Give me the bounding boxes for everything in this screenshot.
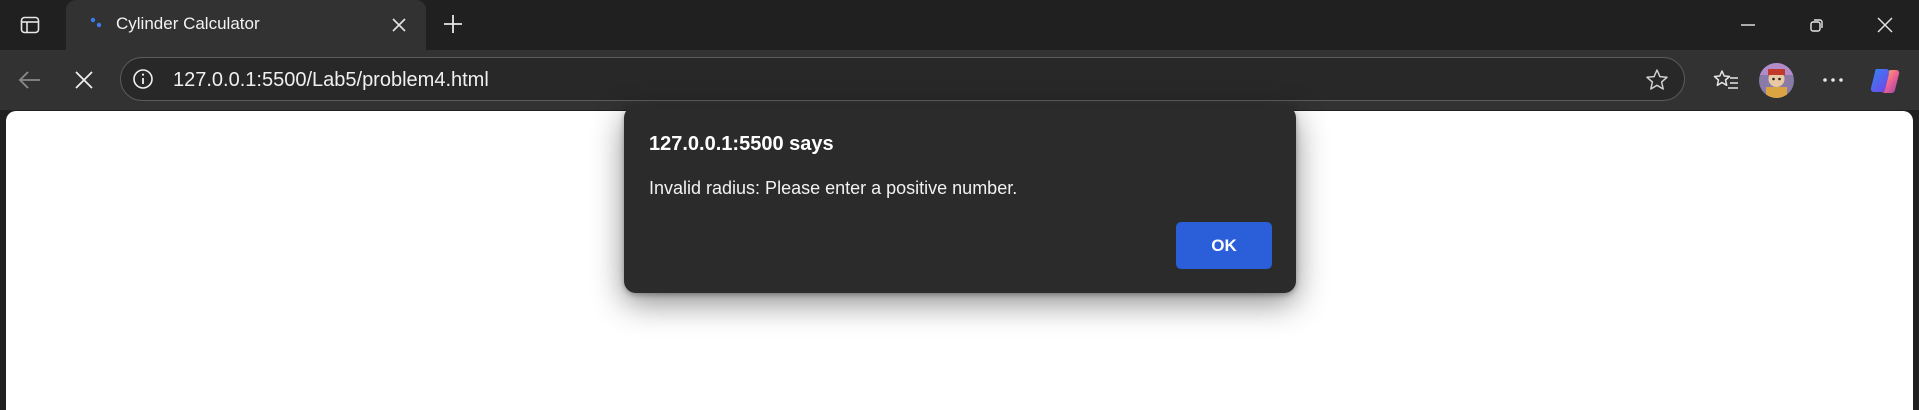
tab-active[interactable]: Cylinder Calculator xyxy=(66,0,426,50)
plus-icon xyxy=(444,15,462,33)
more-icon xyxy=(1823,78,1843,82)
settings-more-button[interactable] xyxy=(1815,62,1851,98)
copilot-button[interactable] xyxy=(1868,63,1904,99)
stop-loading-button[interactable] xyxy=(64,62,104,98)
tab-strip: Cylinder Calculator xyxy=(0,0,1919,50)
avatar-icon xyxy=(1759,63,1794,98)
sidebar-icon xyxy=(20,16,40,34)
site-info-button[interactable] xyxy=(131,67,155,91)
address-bar[interactable]: 127.0.0.1:5500/Lab5/problem4.html xyxy=(120,57,1685,101)
ok-button[interactable]: OK xyxy=(1176,222,1272,269)
dialog-message: Invalid radius: Please enter a positive … xyxy=(649,178,1018,198)
url-text[interactable]: 127.0.0.1:5500/Lab5/problem4.html xyxy=(173,69,489,92)
tab-close-button[interactable] xyxy=(384,10,414,40)
favorites-icon xyxy=(1713,70,1738,89)
stop-icon xyxy=(75,71,93,89)
minimize-icon xyxy=(1741,24,1755,26)
window-close-button[interactable] xyxy=(1855,0,1915,50)
add-favorite-button[interactable] xyxy=(1643,66,1671,94)
close-icon xyxy=(1877,17,1893,33)
alert-dialog: 127.0.0.1:5500 says Invalid radius: Plea… xyxy=(624,106,1296,293)
new-tab-button[interactable] xyxy=(437,8,469,40)
back-arrow-icon xyxy=(18,71,40,89)
loading-dots-icon xyxy=(90,17,102,28)
sidebar-toggle-button[interactable] xyxy=(10,9,50,41)
restore-button[interactable] xyxy=(1787,0,1847,50)
tab-title: Cylinder Calculator xyxy=(116,14,260,33)
minimize-button[interactable] xyxy=(1718,0,1778,50)
info-icon xyxy=(133,69,153,89)
star-icon xyxy=(1646,69,1668,90)
dialog-title: 127.0.0.1:5500 says xyxy=(649,133,834,155)
profile-avatar[interactable] xyxy=(1759,63,1794,98)
copilot-icon xyxy=(1870,69,1900,94)
close-icon xyxy=(392,18,406,32)
restore-icon xyxy=(1810,19,1823,32)
back-button[interactable] xyxy=(10,62,50,98)
favorites-button[interactable] xyxy=(1708,62,1744,98)
navigation-toolbar: 127.0.0.1:5500/Lab5/problem4.html xyxy=(0,50,1919,110)
